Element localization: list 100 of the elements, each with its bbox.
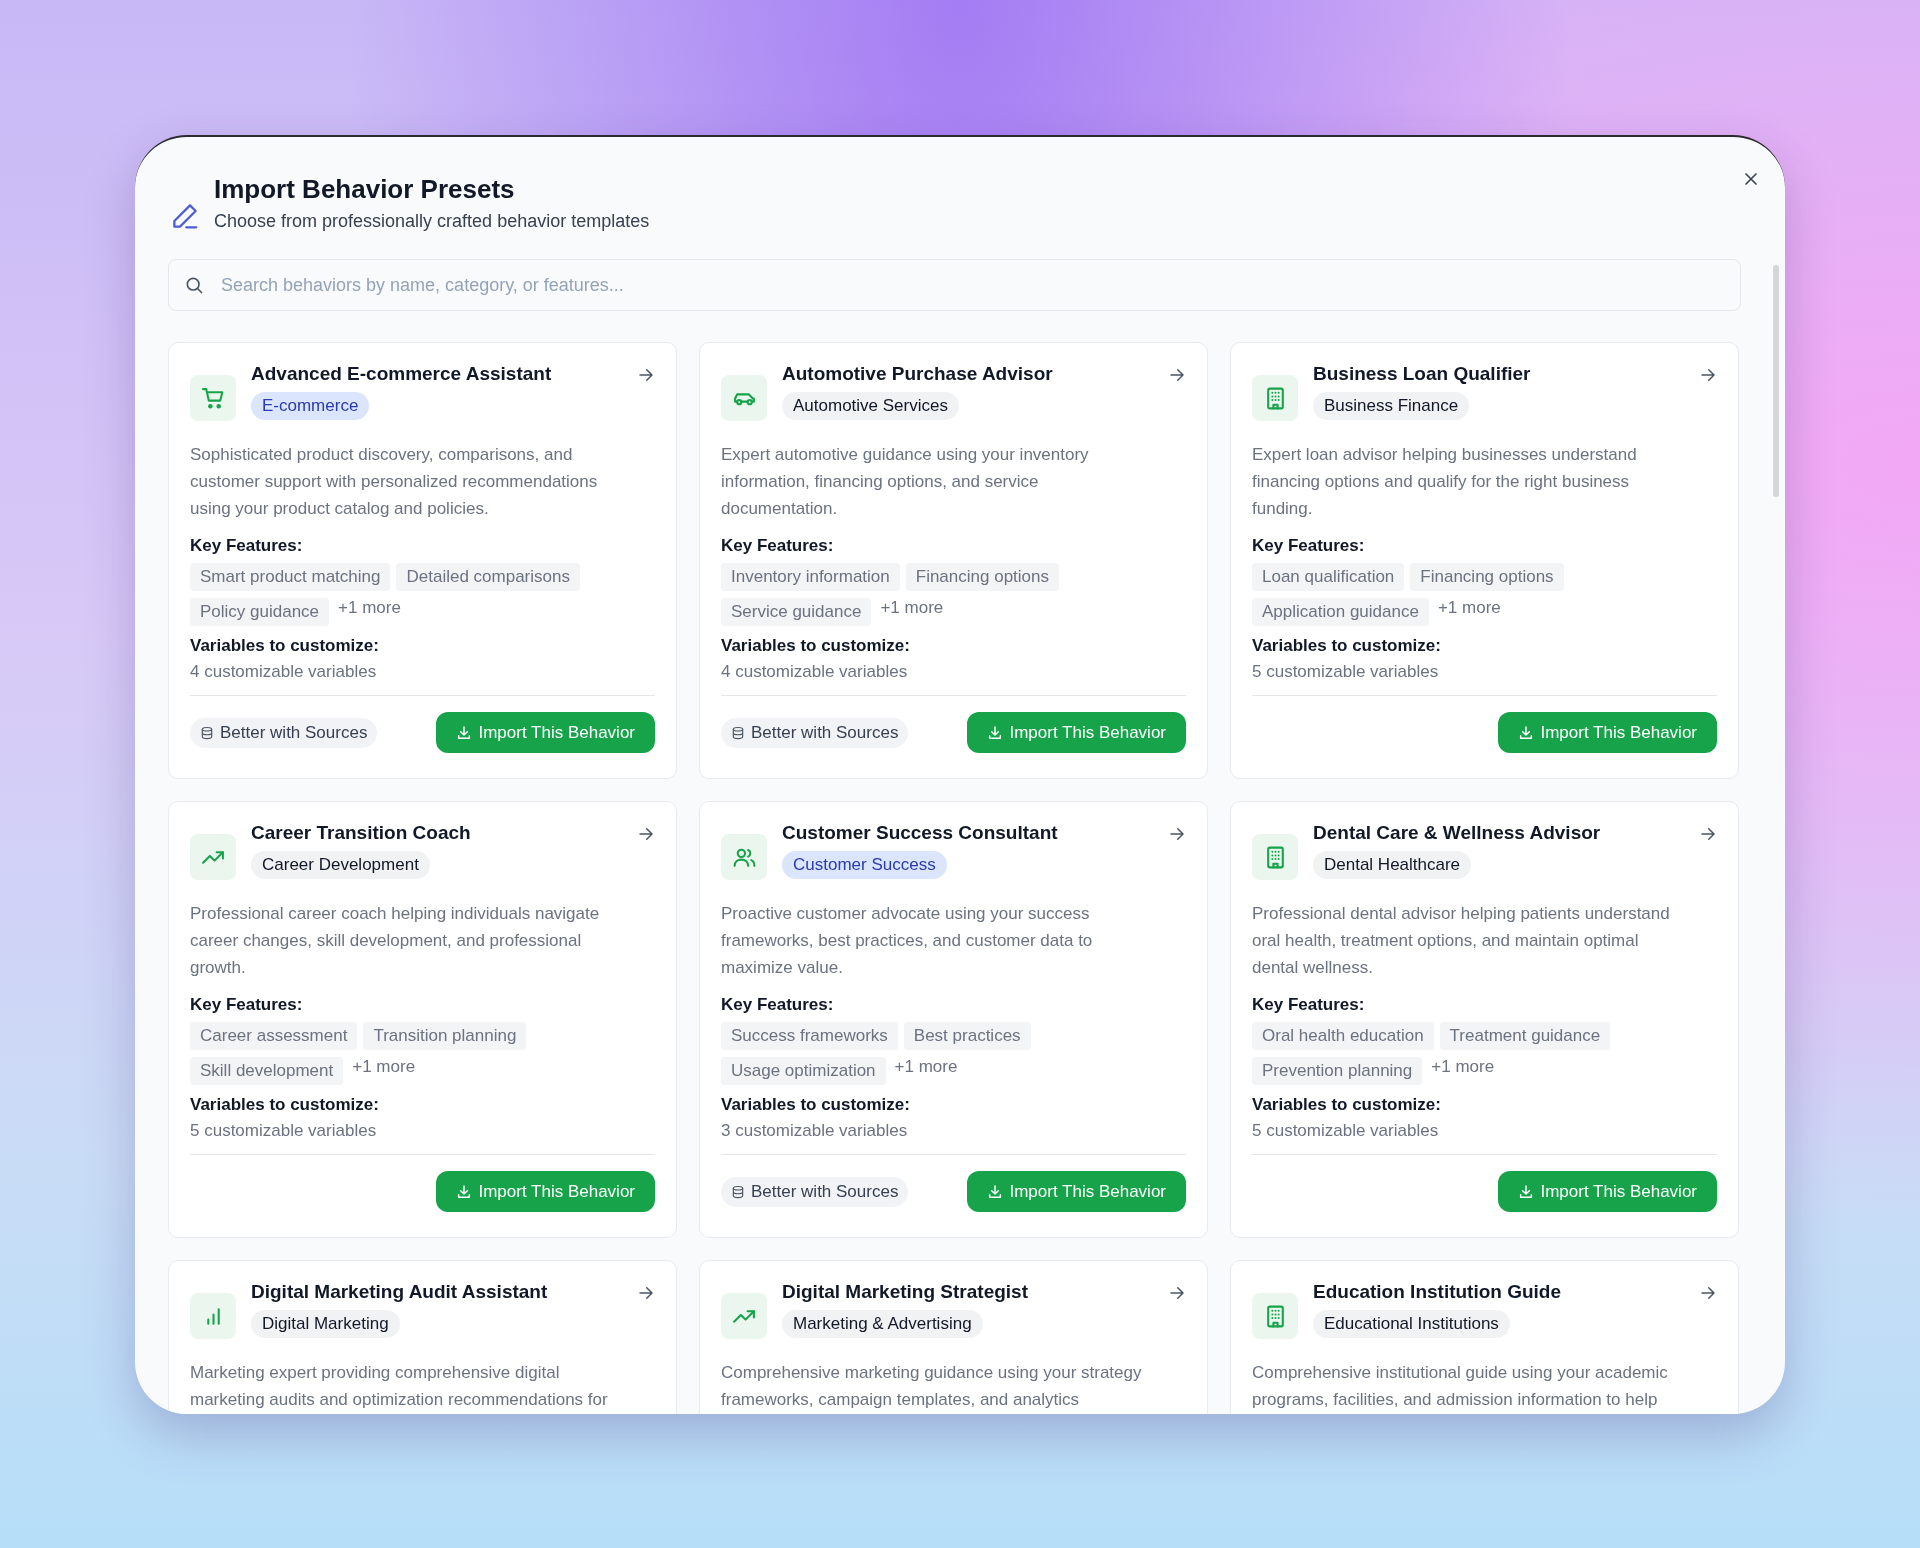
variables-count: 5 customizable variables bbox=[1252, 662, 1440, 682]
database-icon bbox=[731, 1184, 745, 1199]
feature-tag: Usage optimization bbox=[721, 1057, 886, 1085]
more-count: +1 more bbox=[894, 1057, 958, 1077]
more-count: +1 more bbox=[880, 598, 944, 618]
category-tag: Business Finance bbox=[1313, 392, 1470, 420]
card-title: Automotive Purchase Advisor bbox=[782, 363, 1053, 385]
category-tag: Dental Healthcare bbox=[1313, 851, 1472, 879]
download-icon bbox=[1518, 724, 1535, 741]
database-icon bbox=[731, 725, 745, 740]
category-tag: Digital Marketing bbox=[251, 1310, 400, 1338]
feature-tag: Financing options bbox=[1410, 563, 1564, 591]
category-tag: Marketing & Advertising bbox=[782, 1310, 983, 1338]
feature-tag: Loan qualification bbox=[1252, 563, 1405, 591]
variables-label: Variables to customize: bbox=[1252, 636, 1442, 656]
import-button[interactable]: Import This Behavior bbox=[967, 1171, 1186, 1212]
card-title: Career Transition Coach bbox=[251, 822, 471, 844]
features-label: Key Features: bbox=[1252, 536, 1366, 556]
download-icon bbox=[456, 1183, 473, 1200]
category-tag: E-commerce bbox=[251, 392, 370, 420]
more-count: +1 more bbox=[352, 1057, 416, 1077]
card-description: Marketing expert providing comprehensive digital marketing audits and optimization recommendations for bbox=[190, 1362, 609, 1411]
variables-count: 3 customizable variables bbox=[721, 1121, 909, 1141]
arrow-right-icon[interactable] bbox=[637, 825, 655, 843]
download-icon bbox=[987, 1183, 1004, 1200]
feature-tag: Career assessment bbox=[190, 1022, 358, 1050]
feature-tag: Smart product matching bbox=[190, 563, 391, 591]
arrow-right-icon[interactable] bbox=[1699, 366, 1717, 384]
download-icon bbox=[456, 724, 473, 741]
dialog-title: Import Behavior Presets bbox=[214, 174, 516, 205]
pencil-icon bbox=[170, 201, 200, 231]
feature-tag: Financing options bbox=[905, 563, 1059, 591]
card-title: Dental Care & Wellness Advisor bbox=[1313, 822, 1601, 844]
arrow-right-icon[interactable] bbox=[1699, 825, 1717, 843]
sources-text: Better with Sources bbox=[751, 722, 899, 743]
feature-tag: Transition planning bbox=[363, 1022, 527, 1050]
arrow-right-icon[interactable] bbox=[637, 1284, 655, 1302]
feature-tag: Oral health education bbox=[1252, 1022, 1434, 1050]
features-label: Key Features: bbox=[721, 536, 835, 556]
features-label: Key Features: bbox=[1252, 995, 1366, 1015]
card-description: Comprehensive institutional guide using your academic programs, facilities, and admission information to help bbox=[1252, 1362, 1669, 1411]
more-count: +1 more bbox=[1431, 1057, 1495, 1077]
variables-count: 4 customizable variables bbox=[190, 662, 378, 682]
scrollbar-thumb[interactable] bbox=[1773, 265, 1779, 497]
card-description: Comprehensive marketing guidance using your strategy frameworks, campaign templates, and analytics bbox=[721, 1362, 1143, 1411]
variables-label: Variables to customize: bbox=[721, 636, 911, 656]
feature-tag: Success frameworks bbox=[721, 1022, 898, 1050]
category-tag: Customer Success bbox=[782, 851, 947, 879]
card-description: Expert loan advisor helping businesses understand financing options and qualify for the right business funding. bbox=[1252, 444, 1638, 520]
search-icon bbox=[184, 275, 204, 295]
import-button[interactable]: Import This Behavior bbox=[1498, 1171, 1717, 1212]
dialog-subtitle: Choose from professionally crafted behavior templates bbox=[214, 211, 651, 232]
card-description: Expert automotive guidance using your inventory information, financing options, and service documentation. bbox=[721, 444, 1090, 520]
features-label: Key Features: bbox=[190, 995, 304, 1015]
feature-tag: Detailed comparisons bbox=[396, 563, 580, 591]
download-icon bbox=[1518, 1183, 1535, 1200]
feature-tag: Prevention planning bbox=[1252, 1057, 1423, 1085]
variables-label: Variables to customize: bbox=[1252, 1095, 1442, 1115]
card-title: Digital Marketing Audit Assistant bbox=[251, 1281, 548, 1303]
arrow-right-icon[interactable] bbox=[1168, 825, 1186, 843]
arrow-right-icon[interactable] bbox=[637, 366, 655, 384]
feature-tag: Treatment guidance bbox=[1439, 1022, 1611, 1050]
category-tag: Career Development bbox=[251, 851, 430, 879]
variables-label: Variables to customize: bbox=[721, 1095, 911, 1115]
category-tag: Automotive Services bbox=[782, 392, 959, 420]
variables-label: Variables to customize: bbox=[190, 1095, 380, 1115]
feature-tag: Skill development bbox=[190, 1057, 344, 1085]
database-icon bbox=[200, 725, 214, 740]
import-button[interactable]: Import This Behavior bbox=[436, 1171, 655, 1212]
variables-count: 4 customizable variables bbox=[721, 662, 909, 682]
cart-icon bbox=[200, 385, 226, 411]
feature-tag: Service guidance bbox=[721, 598, 872, 626]
card-description: Proactive customer advocate using your success frameworks, best practices, and customer data to maximize value. bbox=[721, 903, 1094, 979]
import-button[interactable]: Import This Behavior bbox=[1498, 712, 1717, 753]
arrow-right-icon[interactable] bbox=[1168, 366, 1186, 384]
card-title: Business Loan Qualifier bbox=[1313, 363, 1531, 385]
search-field[interactable]: Search behaviors by name, category, or features... bbox=[168, 259, 1741, 311]
card-description: Professional dental advisor helping patients understand oral health, treatment options, and maintain optimal dental wellness. bbox=[1252, 903, 1671, 979]
arrow-right-icon[interactable] bbox=[1699, 1284, 1717, 1302]
import-button[interactable]: Import This Behavior bbox=[967, 712, 1186, 753]
import-button[interactable]: Import This Behavior bbox=[436, 712, 655, 753]
variables-count: 5 customizable variables bbox=[1252, 1121, 1440, 1141]
feature-tag: Best practices bbox=[903, 1022, 1031, 1050]
features-label: Key Features: bbox=[190, 536, 304, 556]
variables-count: 5 customizable variables bbox=[190, 1121, 378, 1141]
download-icon bbox=[987, 724, 1004, 741]
more-count: +1 more bbox=[338, 598, 401, 618]
feature-tag: Application guidance bbox=[1252, 598, 1429, 626]
arrow-right-icon[interactable] bbox=[1168, 1284, 1186, 1302]
category-tag: Educational Institutions bbox=[1313, 1310, 1510, 1338]
card-title: Digital Marketing Strategist bbox=[782, 1281, 1028, 1303]
card-title: Education Institution Guide bbox=[1313, 1281, 1562, 1303]
card-description: Sophisticated product discovery, comparisons, and customer support with personalized recommendations using your product catalog and policies. bbox=[190, 444, 599, 520]
feature-tag: Policy guidance bbox=[190, 598, 330, 626]
features-label: Key Features: bbox=[721, 995, 835, 1015]
sources-text: Better with Sources bbox=[220, 722, 368, 743]
more-count: +1 more bbox=[1437, 598, 1501, 618]
feature-tag: Inventory information bbox=[721, 563, 900, 591]
sources-text: Better with Sources bbox=[751, 1181, 899, 1202]
card-title: Advanced E-commerce Assistant bbox=[251, 363, 552, 385]
